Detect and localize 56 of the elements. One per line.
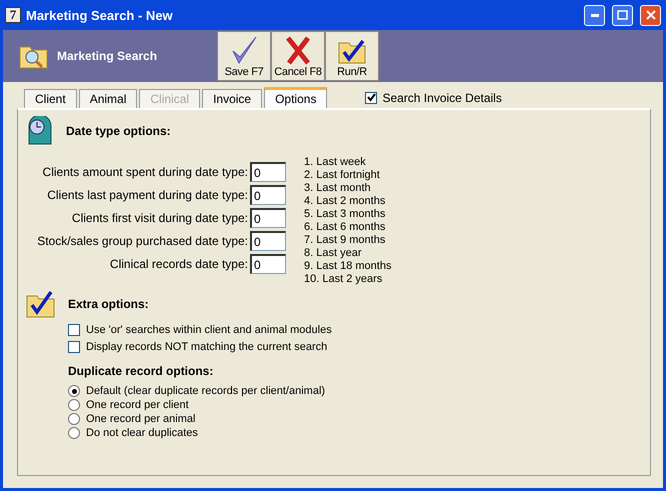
field-label: Clients amount spent during date type: <box>42 165 248 179</box>
radio-button[interactable] <box>68 399 80 411</box>
legend-item: 6. Last 6 months <box>304 221 386 234</box>
maximize-button[interactable] <box>612 4 633 26</box>
folder-check-icon <box>26 290 56 318</box>
legend-item: 5. Last 3 months <box>304 208 386 221</box>
close-icon <box>646 10 656 20</box>
tab[interactable]: Options <box>264 87 328 108</box>
tab[interactable]: Animal <box>78 89 138 108</box>
close-button[interactable] <box>640 4 661 26</box>
toolbar-button[interactable]: Save F7 <box>217 31 271 81</box>
checkbox-label: Use 'or' searches within client and animal modules <box>86 324 332 336</box>
clock-icon <box>26 116 54 146</box>
legend-item: 2. Last fortnight <box>304 169 381 182</box>
input-field[interactable]: 0 <box>250 185 286 205</box>
checkbox-label: Display records NOT matching the current search <box>86 341 328 353</box>
field-label: Clinical records date type: <box>110 257 248 271</box>
legend-item: 1. Last week <box>304 156 367 169</box>
section-title: Extra options: <box>68 297 149 311</box>
checkbox[interactable] <box>68 341 80 353</box>
checkbox[interactable] <box>68 324 80 336</box>
input-field[interactable]: 0 <box>250 231 286 251</box>
maximize-icon <box>617 10 628 20</box>
toolbar-button[interactable]: Run/R <box>325 31 379 81</box>
input-field[interactable]: 0 <box>250 254 286 274</box>
cross-icon <box>284 35 312 65</box>
field-label: Clients first visit during date type: <box>72 211 248 225</box>
minimize-button[interactable] <box>584 4 605 26</box>
group-title: Duplicate record options: <box>68 364 214 378</box>
checkbox-label: Search Invoice Details <box>382 90 502 104</box>
radio-label: Do not clear duplicates <box>86 427 198 439</box>
section-title: Date type options: <box>66 124 171 138</box>
app-icon: 7 <box>5 7 21 23</box>
radio-label: One record per client <box>86 399 189 411</box>
legend-item: 8. Last year <box>304 247 362 260</box>
minimize-icon <box>590 14 598 16</box>
checkbox[interactable] <box>365 92 378 104</box>
radio-button[interactable] <box>68 385 80 397</box>
legend-item: 4. Last 2 months <box>304 195 386 208</box>
tab[interactable]: Invoice <box>202 89 262 108</box>
radio-label: Default (clear duplicate records per client/animal) <box>86 385 326 397</box>
tab[interactable]: Client <box>24 89 77 108</box>
legend-item: 10. Last 2 years <box>304 273 384 286</box>
radio-button[interactable] <box>68 427 80 439</box>
legend-item: 7. Last 9 months <box>304 234 386 247</box>
header-title: Marketing Search <box>57 49 158 63</box>
radio-button[interactable] <box>68 413 80 425</box>
field-label: Stock/sales group purchased date type: <box>37 234 248 248</box>
radio-label: One record per animal <box>86 413 196 425</box>
toolbar-button[interactable]: Cancel F8 <box>271 31 325 81</box>
field-label: Clients last payment during date type: <box>47 188 248 202</box>
legend-item: 3. Last month <box>304 182 372 195</box>
legend-item: 9. Last 18 months <box>304 260 392 273</box>
window-title: Marketing Search - New <box>26 8 174 22</box>
input-field[interactable]: 0 <box>250 162 286 182</box>
input-field[interactable]: 0 <box>250 208 286 228</box>
